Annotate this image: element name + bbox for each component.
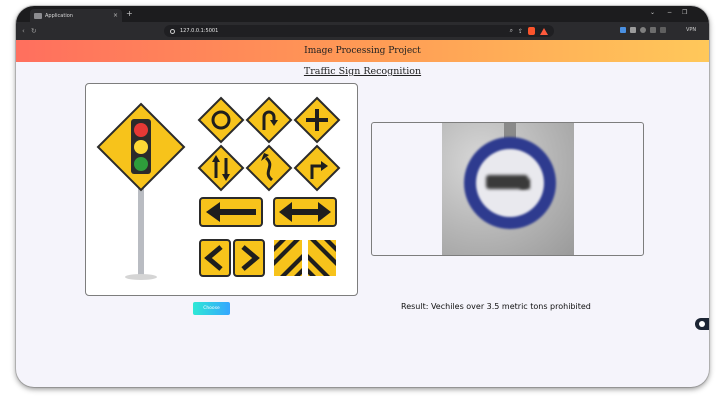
- reload-icon[interactable]: ↻: [31, 27, 37, 35]
- right-turn-sign: [293, 144, 341, 192]
- tab-search-icon[interactable]: ⌄: [650, 9, 655, 16]
- extension-icon[interactable]: [630, 27, 636, 33]
- share-icon[interactable]: ⇪: [518, 28, 523, 35]
- red-light: [134, 123, 148, 137]
- wallet-icon[interactable]: [660, 27, 666, 33]
- uploaded-image-panel: [371, 122, 644, 256]
- hazard-stripes-right-sign: [308, 240, 336, 276]
- hazard-stripes-left-sign: [274, 240, 302, 276]
- two-way-traffic-sign: [197, 144, 245, 192]
- new-tab-button[interactable]: +: [126, 9, 133, 19]
- tab-favicon-icon: [34, 12, 42, 19]
- left-arrow-sign: [199, 197, 263, 227]
- crossroad-sign: [293, 96, 341, 144]
- truck-cab-icon: [520, 179, 530, 189]
- tab-application[interactable]: Application ×: [30, 9, 122, 22]
- browser-toolbar: ‹ ↻ ▯ 127.0.0.1:5001 ⌕ ⇪ VPN: [16, 22, 709, 40]
- maximize-icon[interactable]: ❐: [682, 9, 687, 16]
- url-text[interactable]: 127.0.0.1:5001: [180, 28, 218, 34]
- traffic-signs-illustration: [96, 96, 341, 280]
- chevron-left-sign: [199, 239, 231, 277]
- extensions-area: [620, 27, 666, 33]
- chat-icon[interactable]: [695, 318, 709, 330]
- winding-road-sign: [245, 144, 293, 192]
- page-header: Image Processing Project: [16, 40, 709, 62]
- tab-bar: Application × + ⌄ − ❐: [16, 6, 709, 22]
- choose-button[interactable]: Choose: [193, 302, 230, 315]
- brave-rewards-icon[interactable]: [540, 27, 548, 35]
- app-window: Application × + ⌄ − ❐ ‹ ↻ ▯ 127.0.0.1:50…: [16, 6, 709, 387]
- double-arrow-sign: [273, 197, 337, 227]
- sidebar-icon[interactable]: [650, 27, 656, 33]
- yellow-light: [134, 140, 148, 154]
- u-turn-sign: [245, 96, 293, 144]
- green-light: [134, 157, 148, 171]
- tab-title: Application: [45, 12, 73, 19]
- brave-shield-icon[interactable]: [528, 27, 535, 35]
- traffic-signs-illustration-panel: [85, 83, 358, 296]
- minimize-icon[interactable]: −: [667, 9, 672, 16]
- extension-icon[interactable]: [620, 27, 626, 33]
- back-icon[interactable]: ‹: [22, 27, 25, 35]
- extension-icon[interactable]: [640, 27, 646, 33]
- chevron-right-sign: [233, 239, 265, 277]
- address-bar[interactable]: 127.0.0.1:5001 ⌕ ⇪: [164, 25, 554, 37]
- site-info-icon[interactable]: [170, 28, 175, 34]
- search-icon[interactable]: ⌕: [510, 27, 513, 35]
- uploaded-sign-image: [442, 123, 574, 255]
- tab-close-icon[interactable]: ×: [113, 12, 118, 19]
- roundabout-sign: [197, 96, 245, 144]
- address-bar-actions: ⌕ ⇪: [510, 27, 548, 35]
- page-title: Image Processing Project: [304, 46, 421, 56]
- result-text: Result: Vechiles over 3.5 metric tons pr…: [401, 302, 591, 311]
- vpn-button[interactable]: VPN: [686, 27, 696, 33]
- pole-shadow: [125, 274, 157, 280]
- page-subtitle: Traffic Sign Recognition: [303, 66, 422, 77]
- sign-pole: [138, 184, 144, 276]
